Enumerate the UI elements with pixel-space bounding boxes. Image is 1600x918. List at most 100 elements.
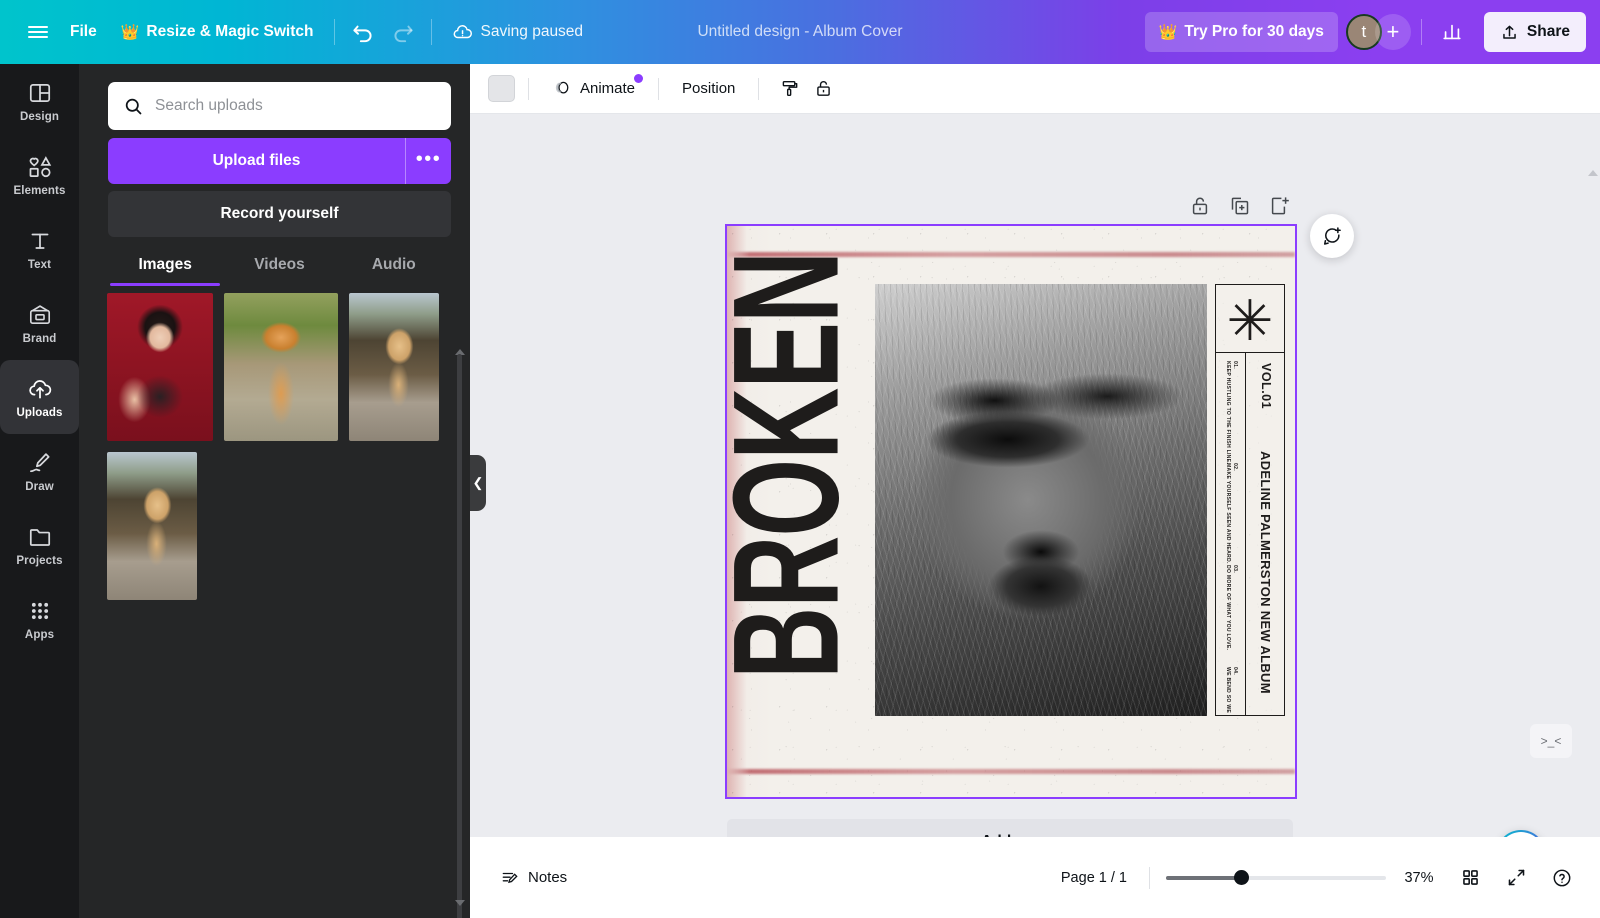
document-title-text[interactable]: Untitled design - Album Cover <box>687 17 912 47</box>
lock-button[interactable] <box>806 72 840 106</box>
collapse-panel-button[interactable]: ❮ <box>470 455 486 511</box>
tab-videos[interactable]: Videos <box>222 244 336 286</box>
add-collaborator-button[interactable]: + <box>1375 14 1411 50</box>
search-uploads-placeholder: Search uploads <box>155 97 263 115</box>
track-text: WE BEND SO WE DON'T BREAK. <box>1225 667 1231 715</box>
duplicate-page-icon[interactable] <box>1228 194 1252 218</box>
upload-thumbnail-tiger[interactable] <box>224 293 338 441</box>
plus-icon: + <box>1386 19 1399 45</box>
share-upload-icon <box>1500 23 1519 42</box>
design-page[interactable]: BROKEN ✳ 01. KEEP HUSTLING TO THE FINISH… <box>725 224 1297 799</box>
red-streak-bottom <box>727 769 1295 774</box>
color-swatch-button[interactable] <box>488 75 515 102</box>
grid-view-button[interactable] <box>1452 860 1488 896</box>
redo-arrow-icon <box>390 19 416 45</box>
sidebar-item-draw[interactable]: Draw <box>0 434 79 508</box>
animate-button[interactable]: Animate <box>542 72 645 106</box>
sidebar-item-brand[interactable]: Brand <box>0 286 79 360</box>
app-header: File 👑 Resize & Magic Switch Saving paus… <box>0 0 1600 64</box>
track-text: MAKE YOURSELF SEEN AND HEARD. <box>1225 463 1231 564</box>
add-page-icon[interactable] <box>1268 194 1292 218</box>
track-number: 02. <box>1231 463 1238 493</box>
track-text: DO MORE OF WHAT YOU LOVE. <box>1225 565 1231 650</box>
position-button[interactable]: Position <box>672 72 745 106</box>
add-comment-button[interactable] <box>1310 214 1354 258</box>
track-item: 04. WE BEND SO WE DON'T BREAK. <box>1238 667 1246 681</box>
help-button[interactable] <box>1544 860 1580 896</box>
try-pro-button[interactable]: 👑 Try Pro for 30 days <box>1145 12 1338 52</box>
unlock-icon <box>813 78 834 99</box>
emoji-text: >_< <box>1541 734 1562 748</box>
album-info-column: VOL.01 ADELINE PALMERSTON NEW ALBUM <box>1246 353 1284 715</box>
panel-scrollbar[interactable] <box>457 354 462 918</box>
lock-page-icon[interactable] <box>1188 194 1212 218</box>
text-t-icon <box>27 228 53 254</box>
redo-button[interactable] <box>383 12 423 52</box>
notes-button[interactable]: Notes <box>490 860 577 896</box>
tab-label: Videos <box>254 256 305 274</box>
header-divider-2 <box>431 19 432 45</box>
upload-more-options-button[interactable]: ••• <box>405 138 451 184</box>
crown-icon: 👑 <box>121 25 140 40</box>
upload-thumbnail-dog-1[interactable] <box>349 293 439 441</box>
uploads-tabs: Images Videos Audio <box>108 244 451 286</box>
record-yourself-label: Record yourself <box>220 205 338 223</box>
analytics-button[interactable] <box>1432 12 1472 52</box>
thumbnail-image <box>224 293 338 441</box>
sidebar-item-label: Projects <box>16 555 62 567</box>
thumbnail-image <box>107 293 213 441</box>
upload-thumbnail-woman-red[interactable] <box>107 293 213 441</box>
upload-files-button[interactable]: Upload files <box>108 138 405 184</box>
page-action-icons <box>1188 194 1292 218</box>
sidebar-item-uploads[interactable]: Uploads <box>0 360 79 434</box>
track-item: 02. MAKE YOURSELF SEEN AND HEARD. <box>1238 463 1246 477</box>
sidebar-item-label: Brand <box>23 333 57 345</box>
copy-style-button[interactable] <box>772 72 806 106</box>
track-item: 03. DO MORE OF WHAT YOU LOVE. <box>1238 565 1246 579</box>
reaction-emoji-chip[interactable]: >_< <box>1530 724 1572 758</box>
toolbar-divider-3 <box>758 78 759 100</box>
zoom-slider[interactable] <box>1166 869 1386 887</box>
tab-audio[interactable]: Audio <box>337 244 451 286</box>
sidebar-item-design[interactable]: Design <box>0 64 79 138</box>
cover-photo[interactable] <box>875 284 1207 716</box>
file-menu-button[interactable]: File <box>58 12 109 52</box>
thumbnail-image <box>107 452 197 600</box>
album-title-text[interactable]: BROKEN <box>725 224 856 708</box>
hamburger-menu-button[interactable] <box>18 12 58 52</box>
sidebar-item-text[interactable]: Text <box>0 212 79 286</box>
avatar-initial: t <box>1362 22 1367 42</box>
sidebar-item-apps[interactable]: Apps <box>0 582 79 656</box>
record-yourself-button[interactable]: Record yourself <box>108 191 451 237</box>
zoom-level-value: 37% <box>1396 870 1442 886</box>
fullscreen-button[interactable] <box>1498 860 1534 896</box>
animate-label: Animate <box>580 80 635 97</box>
search-uploads-input[interactable]: Search uploads <box>108 82 451 130</box>
sidebar-item-projects[interactable]: Projects <box>0 508 79 582</box>
undo-button[interactable] <box>343 12 383 52</box>
share-button[interactable]: Share <box>1484 12 1586 52</box>
zoom-slider-knob[interactable] <box>1234 870 1249 885</box>
tab-images[interactable]: Images <box>108 244 222 286</box>
fullscreen-icon <box>1506 867 1527 888</box>
brand-kit-icon <box>27 302 53 328</box>
sidebar-item-label: Text <box>28 259 51 271</box>
notes-label: Notes <box>528 869 567 886</box>
panel-scroll-down-arrow[interactable] <box>455 900 465 906</box>
resize-magic-switch-button[interactable]: 👑 Resize & Magic Switch <box>109 12 326 52</box>
header-divider-1 <box>334 19 335 45</box>
track-number: 01. <box>1231 361 1238 391</box>
crown-icon: 👑 <box>1159 25 1178 40</box>
cover-info-columns: 01. KEEP HUSTLING TO THE FINISH LINE. 02… <box>1216 353 1284 715</box>
page-indicator: Page 1 / 1 <box>1061 870 1127 886</box>
track-text: KEEP HUSTLING TO THE FINISH LINE. <box>1225 361 1231 464</box>
cloud-upload-icon <box>27 376 53 402</box>
saving-status-button[interactable]: Saving paused <box>440 12 596 52</box>
notes-icon <box>500 868 520 888</box>
tab-label: Images <box>138 256 191 274</box>
sidebar-item-elements[interactable]: Elements <box>0 138 79 212</box>
editor-area: Animate Position <box>470 64 1600 918</box>
hamburger-icon <box>28 24 48 41</box>
upload-thumbnail-dog-2[interactable] <box>107 452 197 600</box>
canvas-scroll-up-arrow[interactable] <box>1588 170 1598 176</box>
